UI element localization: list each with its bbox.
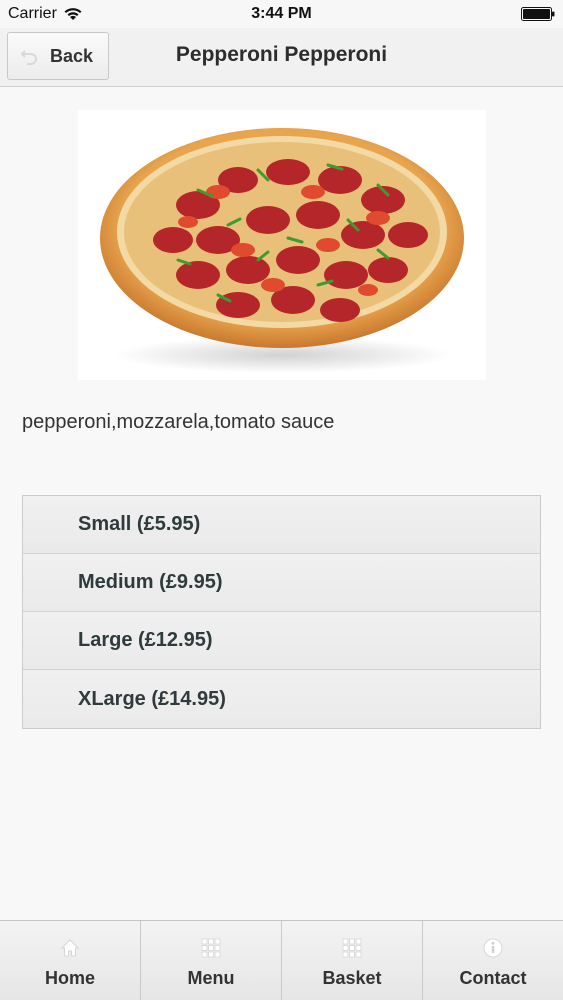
size-options-list: Small (£5.95) Medium (£9.95) Large (£12.… xyxy=(22,495,541,729)
tab-contact[interactable]: Contact xyxy=(423,921,563,1000)
info-icon xyxy=(483,938,503,958)
status-time: 3:44 PM xyxy=(251,5,312,22)
tab-basket[interactable]: Basket xyxy=(282,921,423,1000)
pizza-image xyxy=(100,128,464,373)
grid-icon xyxy=(342,938,362,958)
back-arrow-icon xyxy=(20,50,37,65)
tab-contact-label: Contact xyxy=(459,968,527,988)
tab-bar: Home Menu Basket Contact xyxy=(0,920,563,1000)
product-description: pepperoni,mozzarela,tomato sauce xyxy=(22,411,335,433)
page-title: Pepperoni Pepperoni xyxy=(175,43,388,66)
tab-home[interactable]: Home xyxy=(0,921,141,1000)
size-option-large[interactable]: Large (£12.95) xyxy=(23,612,540,670)
back-label: Back xyxy=(50,45,94,66)
tab-menu[interactable]: Menu xyxy=(141,921,282,1000)
back-button[interactable]: Back xyxy=(7,32,109,80)
size-option-xlarge[interactable]: XLarge (£14.95) xyxy=(23,670,540,728)
size-option-medium[interactable]: Medium (£9.95) xyxy=(23,554,540,612)
home-icon xyxy=(60,939,80,957)
tab-home-label: Home xyxy=(44,968,95,988)
product-image xyxy=(78,110,486,380)
size-option-small[interactable]: Small (£5.95) xyxy=(23,496,540,554)
status-bar: Carrier 3:44 PM xyxy=(0,0,563,28)
grid-icon xyxy=(201,938,221,958)
tab-menu-label: Menu xyxy=(187,968,235,988)
header-bar: Back Pepperoni Pepperoni xyxy=(0,28,563,87)
app-screen: Carrier 3:44 PM Back Pepperoni Pepperoni xyxy=(0,0,563,1000)
battery-icon xyxy=(521,7,555,21)
tab-basket-label: Basket xyxy=(322,968,382,988)
